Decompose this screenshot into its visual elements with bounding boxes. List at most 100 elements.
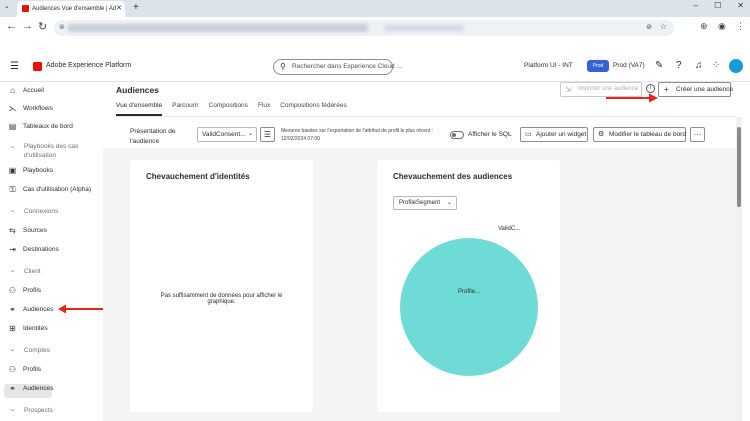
close-window-icon[interactable]: ✕ <box>737 1 744 10</box>
folder-icon: ▭ <box>525 131 532 138</box>
new-tab-button[interactable]: + <box>133 1 139 15</box>
chevron-down-icon: ⌄ <box>446 200 452 206</box>
circle-segment-label: Profile... <box>458 289 480 295</box>
info-icon[interactable]: i <box>646 84 655 93</box>
section-header-comptes[interactable]: Comptes <box>24 347 50 354</box>
chevron-down-icon[interactable]: ⌄ <box>10 143 15 150</box>
workflow-icon: ⋋ <box>8 104 17 113</box>
sidebar-item-accueil[interactable]: ⌂ Accueil <box>8 86 44 95</box>
eye-off-icon[interactable]: ⊘ <box>646 23 652 31</box>
list-view-button[interactable]: ☰ <box>260 127 275 142</box>
product-name[interactable]: Adobe Experience Platform <box>46 62 131 69</box>
empty-state-message: Pas suffisamment de données pour affiche… <box>160 293 283 305</box>
tabs-divider <box>116 116 736 117</box>
extension-icon[interactable]: ⊕ <box>700 21 708 32</box>
section-header-client[interactable]: Client <box>24 268 41 275</box>
chevron-down-icon[interactable]: ⌄ <box>10 406 15 413</box>
minimize-icon[interactable]: – <box>694 1 698 10</box>
sidebar-item-label: Profils <box>23 366 42 373</box>
sidebar-item-workflows[interactable]: ⋋ Workflows <box>8 104 53 113</box>
chevron-down-icon[interactable]: ⌄ <box>10 346 15 353</box>
show-sql-toggle[interactable] <box>450 131 464 139</box>
url-input[interactable]: ⊜ ⊘ ☆ <box>54 20 674 36</box>
profile-icon[interactable]: ◉ <box>718 21 726 32</box>
card-title: Chevauchement des audiences <box>393 172 513 181</box>
import-audience-label: Importer une audience <box>578 86 639 92</box>
show-sql-label: Afficher le SQL <box>468 131 512 138</box>
sidebar-item-audiences[interactable]: ⚭ Audiences <box>8 305 53 314</box>
outer-segment-label: ValidC... <box>498 226 521 232</box>
back-arrow-icon[interactable]: ← <box>6 20 17 32</box>
tab-flux[interactable]: Flux <box>258 102 270 116</box>
sidebar-item-label: Destinations <box>23 246 59 253</box>
edit-dashboard-button[interactable]: ⚙ Modifier le tableau de bord <box>593 127 686 142</box>
page-scrollbar[interactable] <box>736 117 742 421</box>
url-text-blurred <box>68 24 368 32</box>
section-header-connexions[interactable]: Connexions <box>24 208 58 215</box>
chevron-down-icon[interactable]: ⌄ <box>10 267 15 274</box>
sidebar-item-comptes-profils[interactable]: ⚇ Profils <box>8 365 41 374</box>
audience-overlap-card: Chevauchement des audiences ProfileSegme… <box>377 160 560 412</box>
search-input[interactable]: ⚲ Rechercher dans Experience Cloud ... <box>273 59 402 75</box>
sidebar-item-playbooks[interactable]: ▣ Playbooks <box>8 166 53 175</box>
sidebar-item-identites[interactable]: ⊞ Identités <box>8 324 48 333</box>
sandbox-label[interactable]: Platform UI - INT <box>524 62 573 69</box>
sidebar-item-label: Tableaux de bord <box>23 123 73 130</box>
notifications-bell-icon[interactable]: ♫ <box>695 60 703 71</box>
main-tabs: Vue d'ensemble Parcourir Compositions Fl… <box>116 102 347 116</box>
scrollbar-thumb[interactable] <box>737 127 741 207</box>
browser-address-bar: ← → ↻ ⊜ ⊘ ☆ ⊕ ◉ ⋮ <box>0 17 750 39</box>
apps-grid-icon[interactable]: ⁘ <box>712 60 720 71</box>
browser-menu-icon[interactable]: ⋮ <box>736 21 745 32</box>
adobe-favicon-icon <box>22 5 29 12</box>
audiences-icon: ⚭ <box>9 305 16 314</box>
sidebar-item-profils[interactable]: ⚇ Profils <box>8 286 41 295</box>
chevron-down-icon[interactable]: ⌄ <box>10 207 15 214</box>
sidebar-item-label: Identités <box>23 325 48 332</box>
tab-search-icon[interactable]: ⌄ <box>4 2 10 10</box>
sidebar-item-destinations[interactable]: ⇥ Destinations <box>8 245 59 254</box>
sandbox-name[interactable]: Prod (VA7) <box>613 62 645 69</box>
sidebar-item-label: Sources <box>23 227 47 234</box>
feedback-icon[interactable]: ✎ <box>655 60 663 71</box>
segment-dropdown-value: ProfileSegment <box>399 200 441 206</box>
sidebar-item-label: Audiences <box>23 385 54 392</box>
prod-badge[interactable]: Prod <box>587 60 609 72</box>
plus-icon: + <box>664 85 669 94</box>
tab-vue-ensemble[interactable]: Vue d'ensemble <box>116 102 163 116</box>
close-tab-icon[interactable]: ✕ <box>116 1 122 17</box>
maximize-icon[interactable]: ☐ <box>714 1 721 10</box>
measure-note: Mesures basées sur l'exportation de l'at… <box>281 128 433 142</box>
segment-dropdown[interactable]: ProfileSegment ⌄ <box>393 196 457 210</box>
help-icon[interactable]: ? <box>676 60 682 71</box>
create-audience-button[interactable]: + Créer une audience <box>658 82 733 97</box>
forward-arrow-icon[interactable]: → <box>22 20 33 32</box>
site-info-icon[interactable]: ⊜ <box>59 23 65 31</box>
use-case-icon: ⚿ <box>9 184 16 194</box>
adobe-logo-icon <box>33 62 42 71</box>
section-header-playbooks[interactable]: Playbooks des cas d'utilisation <box>24 142 100 160</box>
tab-compositions[interactable]: Compositions <box>209 102 248 116</box>
sidebar-item-cas-utilisation[interactable]: ⚿ Cas d'utilisation (Alpha) <box>8 185 91 194</box>
sidebar-item-label: Profils <box>23 287 42 294</box>
reload-icon[interactable]: ↻ <box>38 20 47 33</box>
import-audience-button: ⇲ Importer une audience <box>560 82 642 97</box>
sidebar-item-label: Cas d'utilisation (Alpha) <box>23 186 92 193</box>
sidebar-item-tableaux-de-bord[interactable]: ▤ Tableaux de bord <box>8 122 73 131</box>
hamburger-menu-icon[interactable]: ☰ <box>10 61 19 72</box>
sidebar-item-label: Audiences <box>23 306 54 313</box>
add-widget-button[interactable]: ▭ Ajouter un widget <box>520 127 588 142</box>
star-icon[interactable]: ☆ <box>660 22 667 31</box>
presentation-dropdown[interactable]: ValidConsent... ⌄ <box>197 127 257 142</box>
gear-icon: ⚙ <box>598 131 605 138</box>
identity-overlap-card: Chevauchement d'identités Pas suffisamme… <box>130 160 313 412</box>
browser-tab[interactable]: Audiences Vue d'ensemble | Ad ✕ <box>17 1 125 17</box>
sidebar-item-comptes-audiences[interactable]: ⚭ Audiences <box>8 384 53 393</box>
sidebar-item-sources[interactable]: ⇆ Sources <box>8 226 47 235</box>
more-actions-button[interactable]: … <box>690 127 705 142</box>
venn-circle-profile[interactable] <box>400 238 538 376</box>
tab-compositions-federees[interactable]: Compositions fédérées <box>280 102 346 116</box>
section-header-prospects[interactable]: Prospects <box>24 407 53 414</box>
tab-parcourir[interactable]: Parcourir <box>172 102 198 116</box>
avatar[interactable] <box>729 59 743 73</box>
